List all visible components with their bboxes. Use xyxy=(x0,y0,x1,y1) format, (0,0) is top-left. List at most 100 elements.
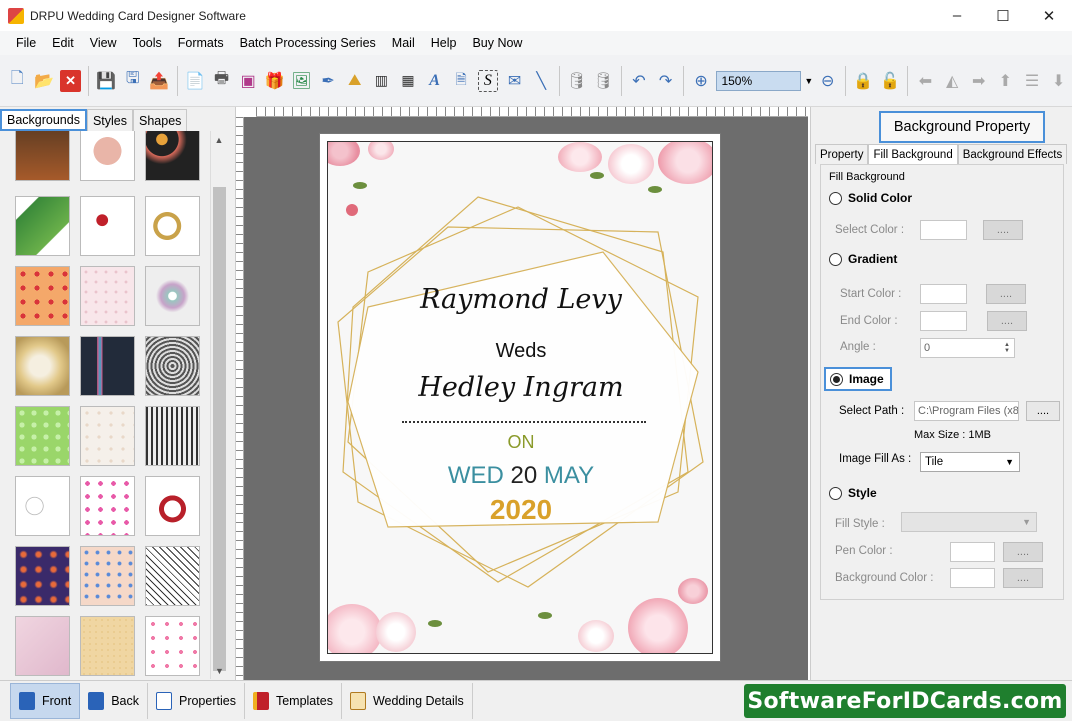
unlock-icon[interactable]: 🔓 xyxy=(880,70,901,92)
scroll-up-icon[interactable]: ▲ xyxy=(211,131,227,148)
background-thumb[interactable] xyxy=(145,196,200,256)
arrow-right-icon[interactable]: ➡ xyxy=(968,70,989,92)
tab-shapes[interactable]: Shapes xyxy=(133,109,188,131)
end-color-swatch[interactable] xyxy=(920,311,967,331)
menu-mail[interactable]: Mail xyxy=(384,36,423,50)
arrow-left-icon[interactable]: ⬅ xyxy=(915,70,936,92)
tab-templates[interactable]: Templates xyxy=(245,683,342,719)
undo-icon[interactable]: ↶ xyxy=(629,70,650,92)
tab-property[interactable]: Property xyxy=(815,144,869,164)
zoom-combo[interactable]: 150% xyxy=(716,70,802,91)
background-thumb[interactable] xyxy=(80,266,135,326)
scroll-down-icon[interactable]: ▼ xyxy=(211,662,228,679)
background-thumb[interactable] xyxy=(15,266,70,326)
background-thumb[interactable] xyxy=(145,131,200,181)
flip-icon[interactable]: ◭ xyxy=(942,70,963,92)
left-scrollbar[interactable]: ▲ ▼ xyxy=(210,131,227,679)
background-thumb[interactable] xyxy=(145,336,200,396)
background-thumb[interactable] xyxy=(15,546,70,606)
pen-color-swatch[interactable] xyxy=(950,542,995,562)
angle-field[interactable]: 0 ▲ ▼ xyxy=(920,338,1015,358)
menu-buy-now[interactable]: Buy Now xyxy=(464,36,530,50)
background-thumb[interactable] xyxy=(145,546,200,606)
background-thumb[interactable] xyxy=(145,406,200,466)
start-color-button[interactable]: .... xyxy=(986,284,1026,304)
menu-help[interactable]: Help xyxy=(423,36,465,50)
background-color-button[interactable]: .... xyxy=(1003,568,1043,588)
mail-icon[interactable]: ✉ xyxy=(504,70,525,92)
menu-formats[interactable]: Formats xyxy=(170,36,232,50)
background-thumb[interactable] xyxy=(15,406,70,466)
text-icon[interactable]: A xyxy=(424,70,445,92)
print-icon[interactable]: 🖶 xyxy=(211,70,232,92)
background-thumb[interactable] xyxy=(80,336,135,396)
image-icon[interactable]: 🖼 xyxy=(291,70,312,92)
tab-back[interactable]: Back xyxy=(80,683,148,719)
gift-icon[interactable]: 🎁 xyxy=(265,70,286,92)
on-text[interactable]: ON xyxy=(328,432,712,453)
background-thumb[interactable] xyxy=(80,616,135,676)
solid-color-radio[interactable]: Solid Color xyxy=(829,191,912,205)
tab-wedding-details[interactable]: Wedding Details xyxy=(342,683,473,719)
close-doc-icon[interactable]: ✕ xyxy=(60,69,81,92)
print-preview-icon[interactable]: ▣ xyxy=(238,70,259,92)
weds-text[interactable]: Weds xyxy=(328,340,712,363)
minimize-button[interactable]: – xyxy=(934,0,980,31)
scroll-thumb[interactable] xyxy=(213,187,226,671)
pen-color-button[interactable]: .... xyxy=(1003,542,1043,562)
menu-view[interactable]: View xyxy=(82,36,125,50)
chevron-down-icon[interactable]: ▼ xyxy=(803,71,814,91)
date-line[interactable]: WED 20 MAY xyxy=(328,462,712,490)
symbol-icon[interactable]: S xyxy=(477,69,499,92)
browse-path-button[interactable]: .... xyxy=(1026,401,1060,421)
solid-color-swatch[interactable] xyxy=(920,220,967,240)
background-color-swatch[interactable] xyxy=(950,568,995,588)
database-icon[interactable]: 🛢 xyxy=(566,70,587,92)
close-button[interactable]: ✕ xyxy=(1026,0,1072,31)
zoom-in-icon[interactable]: ⊕ xyxy=(691,70,712,92)
background-thumb[interactable] xyxy=(80,476,135,536)
background-thumb[interactable] xyxy=(15,616,70,676)
line-icon[interactable]: ╲ xyxy=(531,70,552,92)
background-thumb[interactable] xyxy=(80,196,135,256)
date-year[interactable]: 2020 xyxy=(328,494,712,526)
background-thumb[interactable] xyxy=(15,196,70,256)
open-icon[interactable]: 📂 xyxy=(34,70,55,92)
pen-icon[interactable]: ✒ xyxy=(318,70,339,92)
arrow-down-icon[interactable]: ⬇ xyxy=(1048,70,1069,92)
menu-file[interactable]: File xyxy=(8,36,44,50)
angle-stepper-icon[interactable]: ▲ ▼ xyxy=(1001,340,1013,356)
image-radio[interactable]: Image xyxy=(824,367,892,391)
style-radio[interactable]: Style xyxy=(829,486,877,500)
image-fill-select[interactable]: Tile ▼ xyxy=(920,452,1020,472)
tab-properties[interactable]: Properties xyxy=(148,683,245,719)
shape-icon[interactable]: ⛰ xyxy=(344,70,365,92)
fill-style-select[interactable]: ▼ xyxy=(901,512,1037,532)
barcode-icon[interactable]: ▥ xyxy=(371,70,392,92)
gradient-radio[interactable]: Gradient xyxy=(829,252,897,266)
background-thumb[interactable] xyxy=(145,266,200,326)
background-thumb[interactable] xyxy=(15,336,70,396)
save-icon[interactable]: 💾 xyxy=(96,70,117,92)
start-color-swatch[interactable] xyxy=(920,284,967,304)
background-thumb[interactable] xyxy=(80,406,135,466)
background-thumb[interactable] xyxy=(15,476,70,536)
tab-fill-background[interactable]: Fill Background xyxy=(868,144,958,164)
menu-batch-processing[interactable]: Batch Processing Series xyxy=(232,36,384,50)
background-thumb[interactable] xyxy=(15,131,70,181)
arrow-up-icon[interactable]: ⬆ xyxy=(995,70,1016,92)
groom-name[interactable]: Hedley Ingram xyxy=(328,372,712,403)
new-icon[interactable]: 🗋 xyxy=(7,70,28,92)
background-thumb[interactable] xyxy=(80,131,135,181)
background-thumb[interactable] xyxy=(80,546,135,606)
wedding-card[interactable]: Raymond Levy Weds Hedley Ingram ON WED 2… xyxy=(327,141,713,654)
database2-icon[interactable]: 🛢 xyxy=(593,70,614,92)
lock-icon[interactable]: 🔒 xyxy=(853,70,874,92)
tab-background-effects[interactable]: Background Effects xyxy=(957,144,1068,164)
properties-icon[interactable]: 📄 xyxy=(185,70,206,92)
bride-name[interactable]: Raymond Levy xyxy=(328,284,712,315)
save-as-icon[interactable]: 🖫 xyxy=(122,70,143,92)
barcode2-icon[interactable]: ▦ xyxy=(398,70,419,92)
maximize-button[interactable]: ☐ xyxy=(980,0,1026,31)
solid-color-button[interactable]: .... xyxy=(983,220,1023,240)
